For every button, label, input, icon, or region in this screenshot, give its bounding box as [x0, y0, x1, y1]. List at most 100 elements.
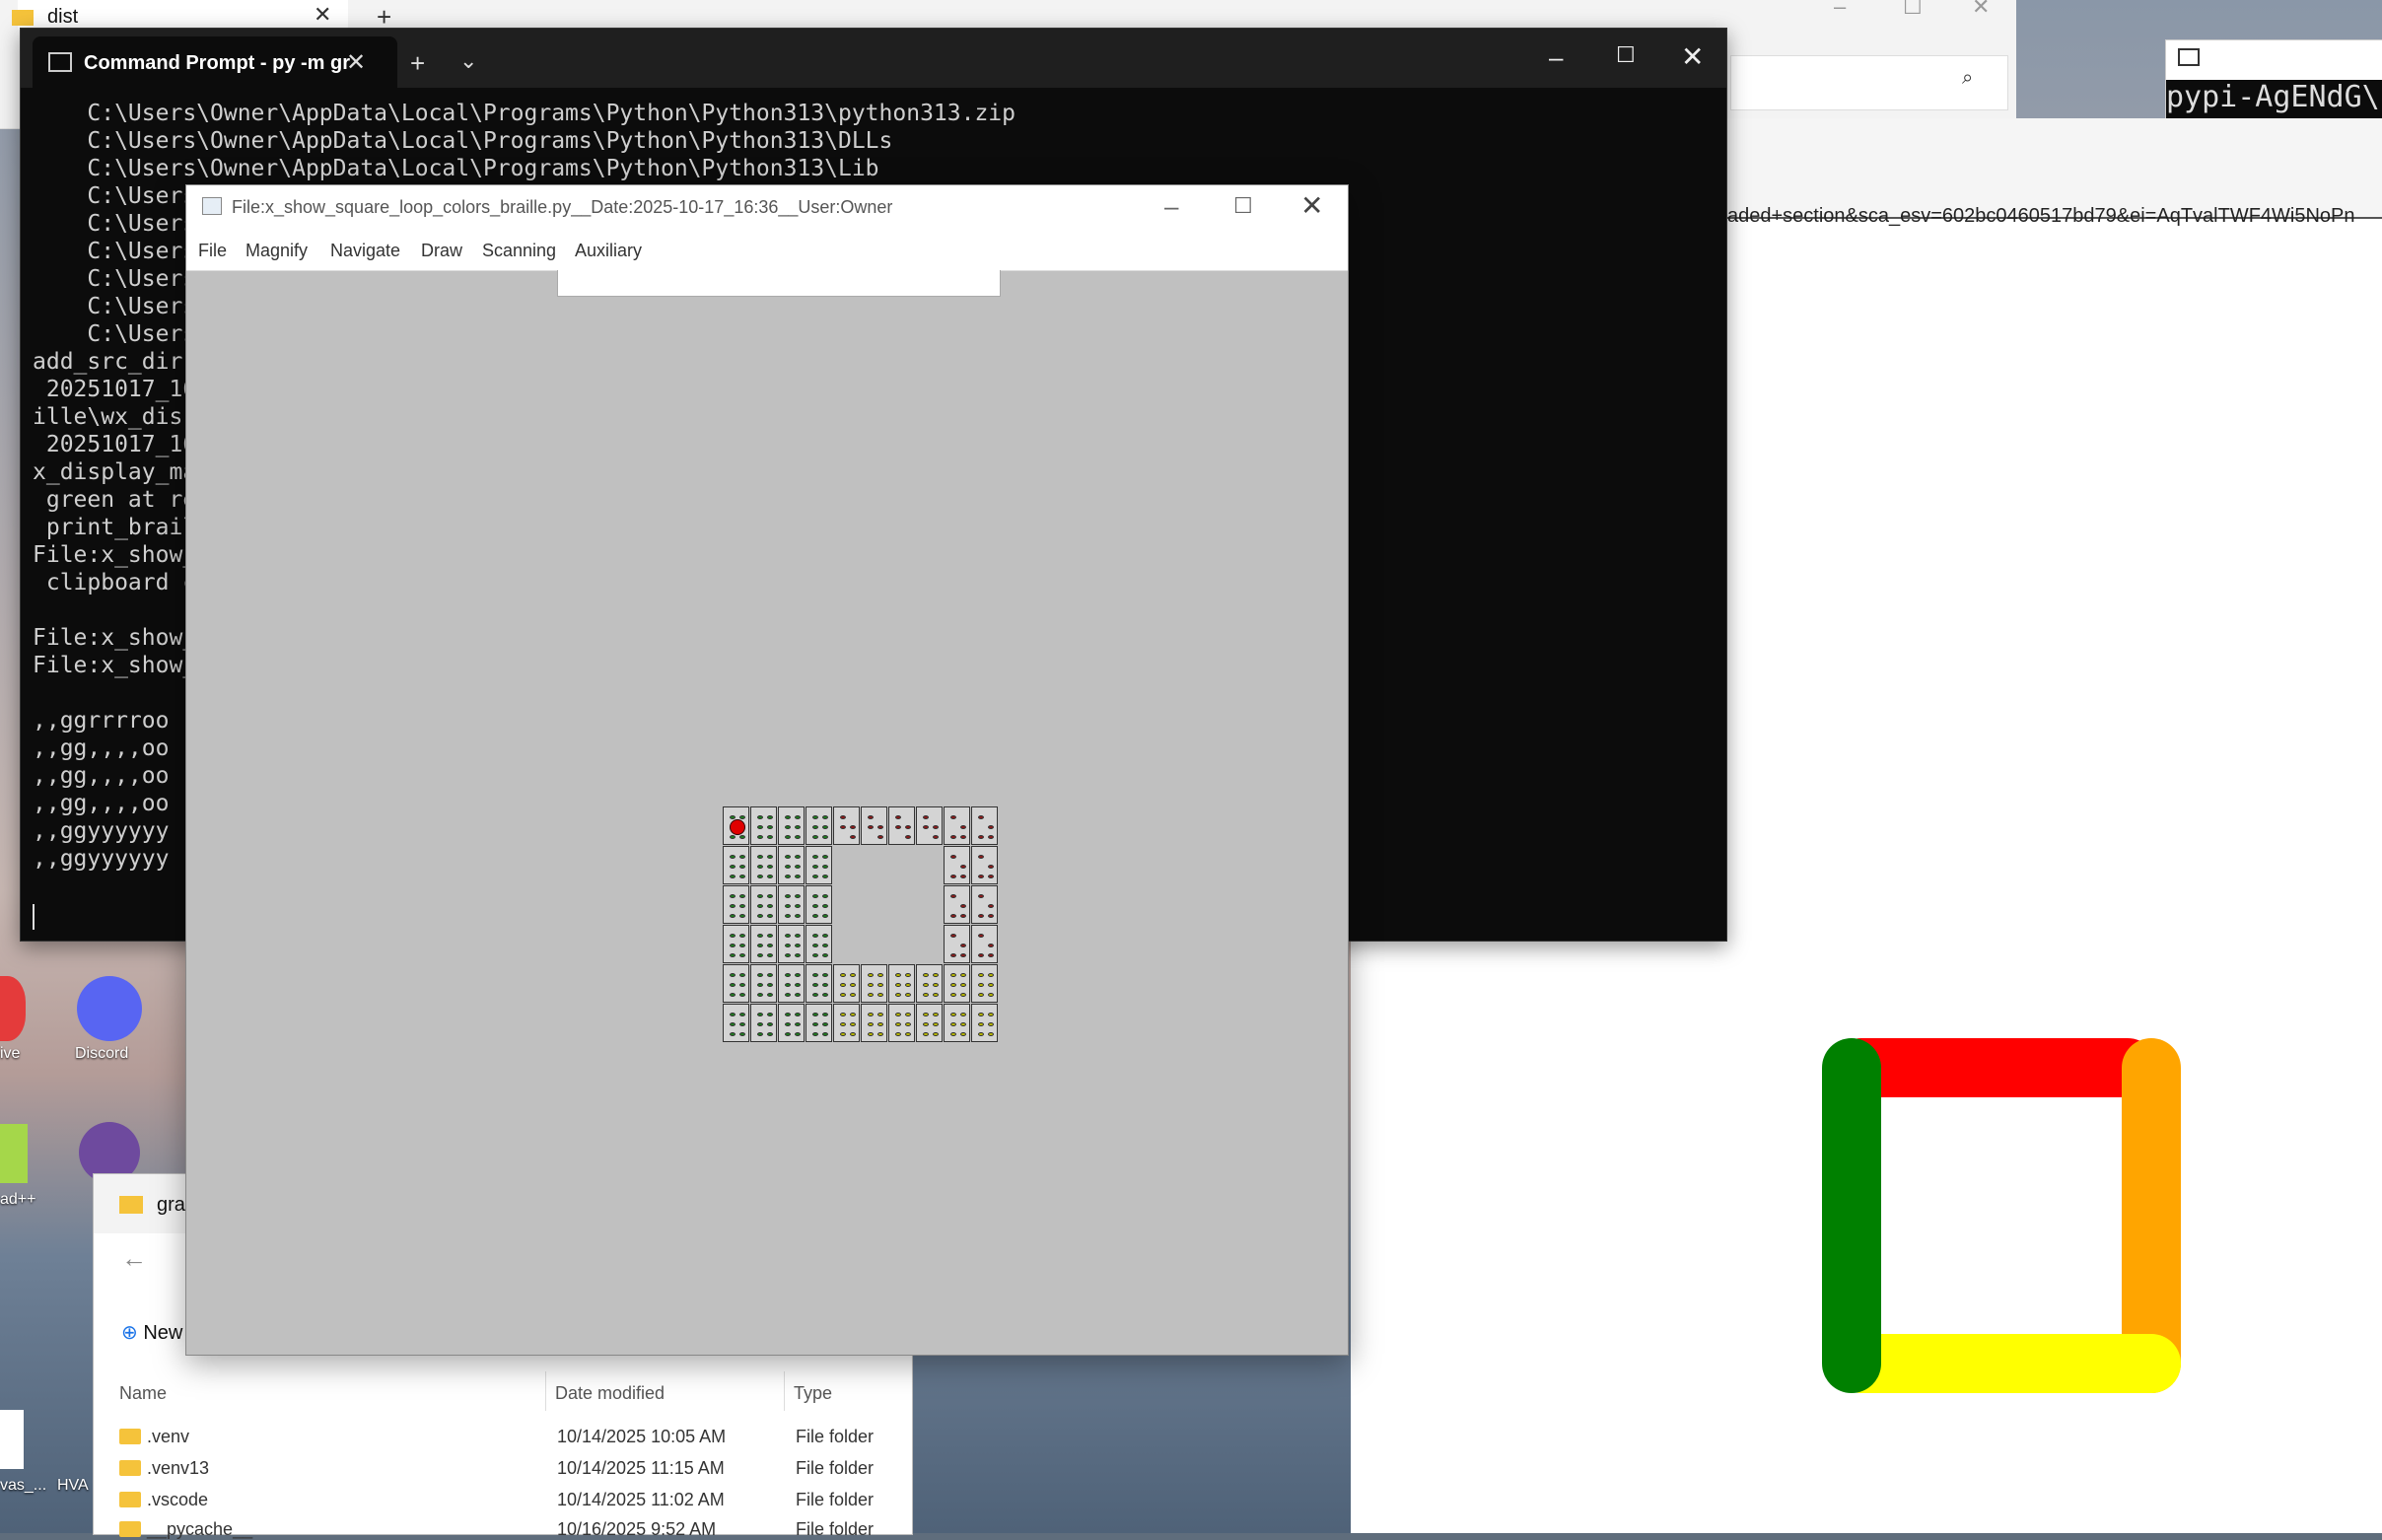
braille-cell[interactable] [778, 964, 805, 1003]
back-arrow-icon[interactable]: ← [121, 1243, 147, 1274]
braille-cell[interactable] [971, 885, 998, 924]
braille-cell[interactable] [971, 806, 998, 845]
braille-cell[interactable] [916, 806, 943, 845]
braille-grid[interactable] [723, 806, 998, 1046]
braille-cell[interactable] [806, 964, 832, 1003]
braille-cell[interactable] [723, 1004, 749, 1042]
braille-cell[interactable] [778, 846, 805, 884]
braille-cell[interactable] [944, 885, 970, 924]
braille-cell[interactable] [750, 846, 777, 884]
maximize-icon[interactable]: ☐ [1616, 42, 1636, 68]
braille-dot [757, 815, 763, 819]
menu-draw[interactable]: Draw [421, 241, 462, 261]
braille-cell[interactable] [723, 806, 749, 845]
braille-cell[interactable] [861, 1004, 887, 1042]
braille-dot [923, 815, 929, 819]
minimize-icon[interactable]: – [1164, 191, 1178, 222]
braille-cell[interactable] [833, 964, 860, 1003]
braille-dot [757, 875, 763, 878]
close-icon[interactable]: ✕ [1972, 0, 1990, 20]
maximize-icon[interactable]: ☐ [1233, 193, 1253, 219]
braille-cell[interactable] [861, 806, 887, 845]
braille-cell[interactable] [888, 964, 915, 1003]
braille-dot [822, 993, 828, 997]
braille-cell[interactable] [723, 846, 749, 884]
braille-dot [730, 1032, 736, 1036]
braille-dot [812, 993, 818, 997]
braille-cell[interactable] [944, 925, 970, 963]
text-input[interactable] [557, 270, 1001, 297]
braille-cell[interactable] [971, 846, 998, 884]
braille-dot [822, 944, 828, 947]
braille-dot [960, 904, 966, 908]
braille-cell[interactable] [750, 925, 777, 963]
braille-cell[interactable] [806, 885, 832, 924]
url-text[interactable]: aded+section&sca_esv=602bc0460517bd79&ei… [1727, 205, 2355, 228]
braille-cell[interactable] [833, 1004, 860, 1042]
braille-dot [785, 1022, 791, 1026]
braille-cell[interactable] [833, 806, 860, 845]
menu-magnify[interactable]: Magnify [245, 241, 308, 261]
file-icon[interactable] [0, 1410, 24, 1469]
new-button[interactable]: ⊕ New [121, 1320, 182, 1345]
braille-dot [812, 825, 818, 829]
braille-cell[interactable] [944, 964, 970, 1003]
braille-cell[interactable] [806, 846, 832, 884]
braille-cell[interactable] [916, 1004, 943, 1042]
close-icon[interactable]: ✕ [1681, 40, 1704, 73]
braille-cell[interactable] [723, 885, 749, 924]
braille-dot [812, 934, 818, 938]
minimize-icon[interactable]: – [1834, 0, 1846, 20]
chevron-down-icon[interactable]: ⌄ [459, 48, 477, 74]
notepad-icon[interactable] [0, 1124, 28, 1183]
column-header-name[interactable]: Name [119, 1383, 167, 1404]
braille-cell[interactable] [888, 806, 915, 845]
braille-cell[interactable] [723, 964, 749, 1003]
menu-auxiliary[interactable]: Auxiliary [575, 241, 642, 261]
close-tab-icon[interactable]: ✕ [346, 48, 366, 77]
new-tab-icon[interactable]: + [410, 48, 425, 79]
minimize-icon[interactable]: – [1549, 42, 1563, 73]
braille-cell[interactable] [806, 806, 832, 845]
menu-file[interactable]: File [198, 241, 227, 261]
braille-cell[interactable] [750, 806, 777, 845]
menu-navigate[interactable]: Navigate [330, 241, 400, 261]
braille-cell[interactable] [888, 1004, 915, 1042]
braille-cell[interactable] [944, 1004, 970, 1042]
braille-cell[interactable] [861, 964, 887, 1003]
braille-cell[interactable] [806, 1004, 832, 1042]
square-loop-drawing [1822, 1038, 2181, 1393]
close-icon[interactable]: ✕ [1300, 189, 1323, 222]
column-header-date[interactable]: Date modified [555, 1383, 665, 1404]
braille-cell[interactable] [750, 885, 777, 924]
close-icon[interactable]: ✕ [314, 2, 331, 28]
menu-scanning[interactable]: Scanning [482, 241, 556, 261]
braille-dot [822, 904, 828, 908]
braille-dot [950, 934, 956, 938]
braille-cell[interactable] [971, 1004, 998, 1042]
window-title: File:x_show_square_loop_colors_braille.p… [232, 197, 893, 217]
braille-dot [850, 983, 856, 987]
braille-cell[interactable] [971, 925, 998, 963]
braille-cell[interactable] [944, 846, 970, 884]
braille-dot [905, 825, 911, 829]
braille-cell[interactable] [750, 1004, 777, 1042]
desktop-icon-label: HVA [57, 1477, 89, 1494]
desktop-icon-label: Discord [75, 1045, 129, 1062]
braille-cell[interactable] [916, 964, 943, 1003]
braille-cell[interactable] [750, 964, 777, 1003]
discord-icon[interactable] [77, 976, 142, 1041]
braille-cell[interactable] [778, 1004, 805, 1042]
braille-cell[interactable] [971, 964, 998, 1003]
braille-dot [757, 973, 763, 977]
braille-cell[interactable] [778, 885, 805, 924]
braille-dot [757, 1013, 763, 1016]
braille-cell[interactable] [778, 806, 805, 845]
maximize-icon[interactable]: ☐ [1903, 0, 1923, 20]
braille-cell[interactable] [778, 925, 805, 963]
column-header-type[interactable]: Type [794, 1383, 832, 1404]
braille-cell[interactable] [944, 806, 970, 845]
search-icon[interactable]: ⌕ [1962, 67, 1973, 90]
braille-cell[interactable] [723, 925, 749, 963]
braille-cell[interactable] [806, 925, 832, 963]
